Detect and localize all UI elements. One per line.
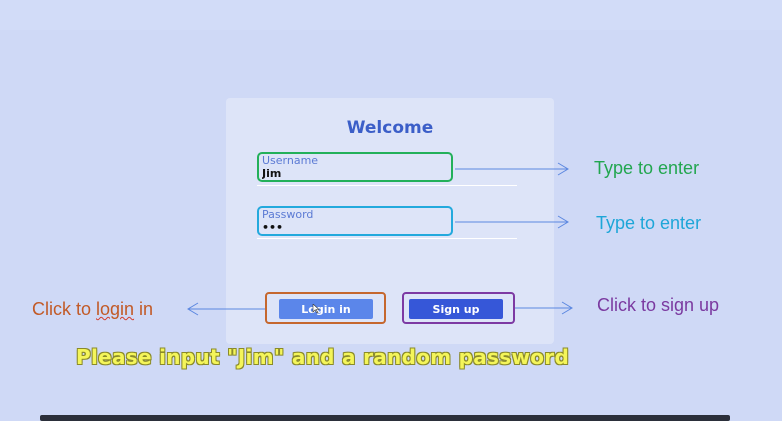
password-arrow-head-icon bbox=[557, 215, 569, 229]
username-field[interactable]: Username bbox=[257, 152, 453, 182]
password-field[interactable]: Password ••• bbox=[257, 206, 453, 236]
login-button[interactable]: Login in bbox=[279, 299, 373, 319]
password-hint: Type to enter bbox=[596, 213, 702, 233]
username-arrow-head-icon bbox=[557, 162, 569, 176]
login-button-highlight: Login in bbox=[265, 292, 386, 324]
bottom-bar bbox=[40, 415, 730, 421]
password-label: Password bbox=[262, 208, 314, 221]
login-hint-suffix: in bbox=[134, 299, 154, 319]
username-input[interactable] bbox=[262, 167, 442, 180]
pointer-cursor-icon bbox=[312, 304, 320, 314]
signup-button-highlight: Sign up bbox=[402, 292, 515, 324]
login-card: Welcome Username Password ••• Login in S… bbox=[226, 98, 554, 344]
password-input[interactable]: ••• bbox=[262, 221, 442, 234]
signup-arrow-head-icon bbox=[561, 301, 573, 315]
username-underline bbox=[257, 185, 517, 186]
page-background-top bbox=[0, 0, 782, 30]
page-title: Welcome bbox=[346, 118, 434, 138]
signup-button[interactable]: Sign up bbox=[409, 299, 503, 319]
login-hint-word: login bbox=[96, 299, 135, 319]
password-underline bbox=[257, 238, 517, 239]
username-hint: Type to enter bbox=[594, 158, 700, 178]
username-label: Username bbox=[262, 154, 319, 167]
signup-hint: Click to sign up bbox=[597, 295, 720, 315]
instruction-banner: Please input "Jim" and a random password bbox=[76, 345, 570, 369]
login-hint-prefix: Click to bbox=[32, 299, 97, 319]
login-arrow-head-icon bbox=[187, 302, 199, 316]
login-hint: Click to login in bbox=[32, 299, 153, 320]
